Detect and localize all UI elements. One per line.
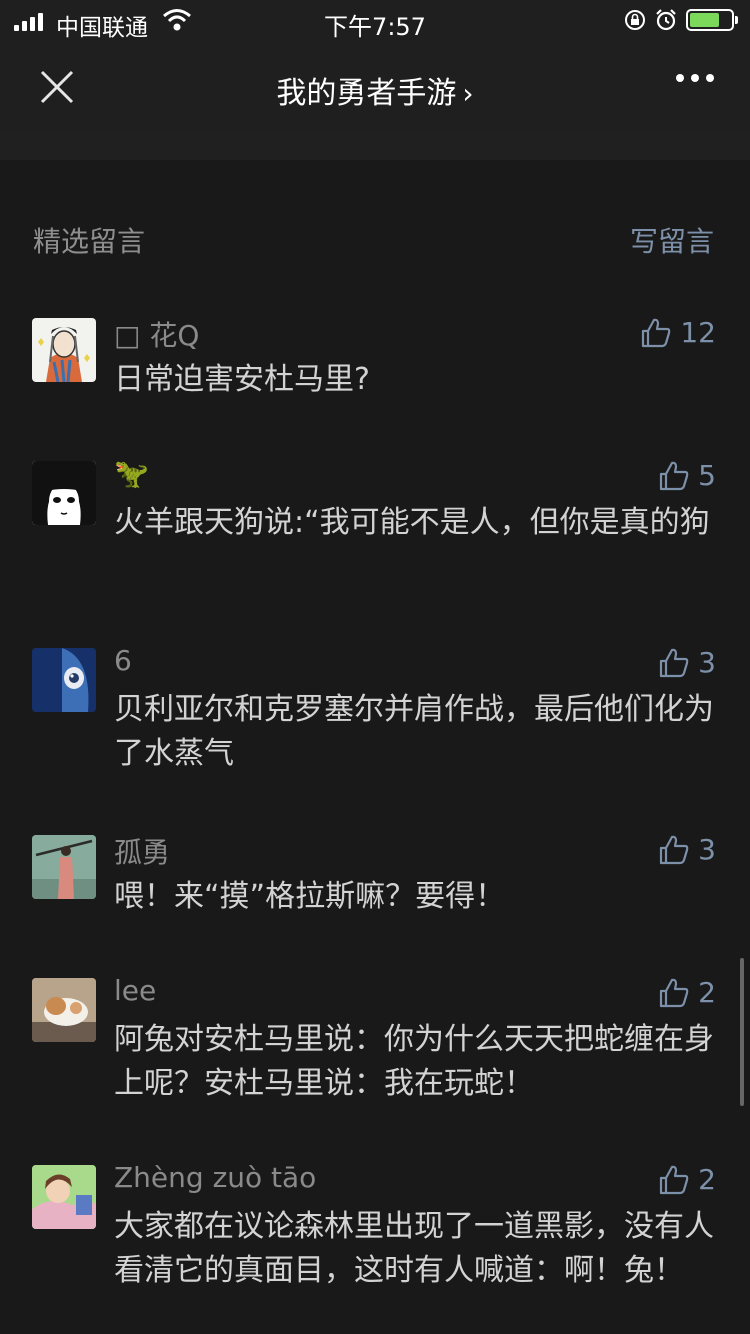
- comment-text: 贝利亚尔和克罗塞尔并肩作战，最后他们化为了水蒸气: [114, 692, 714, 771]
- featured-comments-title: 精选留言: [33, 225, 146, 258]
- avatar[interactable]: [32, 648, 96, 712]
- thumbs-up-icon: [660, 461, 689, 490]
- thumbs-up-icon: [660, 1165, 689, 1194]
- like-count: 5: [698, 459, 716, 492]
- comment-text: 日常迫害安杜马里?: [114, 362, 370, 397]
- comment-author: 🦖: [114, 457, 149, 490]
- like-button[interactable]: 2: [658, 976, 716, 1009]
- divider-band: [0, 130, 750, 160]
- like-button[interactable]: 5: [658, 459, 716, 492]
- thumbs-up-icon: [660, 648, 689, 677]
- scrollbar[interactable]: [740, 958, 744, 1106]
- thumbs-up-icon: [642, 318, 671, 347]
- like-button[interactable]: 3: [658, 646, 716, 679]
- like-count: 2: [698, 1163, 716, 1196]
- avatar[interactable]: [32, 978, 96, 1042]
- orientation-lock-icon: [625, 10, 645, 30]
- like-count: 3: [698, 833, 716, 866]
- comment-text: 大家都在议论森林里出现了一道黑影，没有人看清它的真面目，这时有人喊道：啊！兔！: [114, 1209, 714, 1288]
- chevron-right-icon: ›: [462, 77, 474, 110]
- thumbs-up-icon: [660, 835, 689, 864]
- comment-text: 喂！来“摸”格拉斯嘛？要得！: [114, 879, 506, 914]
- avatar[interactable]: [32, 461, 96, 525]
- battery-fill: [690, 13, 720, 27]
- like-button[interactable]: 12: [640, 316, 716, 349]
- avatar[interactable]: [32, 1165, 96, 1229]
- nav-bar: 我的勇者手游 ›: [0, 44, 750, 130]
- status-bar: 中国联通 下午7:57: [0, 0, 750, 44]
- like-button[interactable]: 3: [658, 833, 716, 866]
- battery-icon: [686, 9, 738, 31]
- comment-author: 6: [114, 644, 132, 677]
- like-button[interactable]: 2: [658, 1163, 716, 1196]
- comment-author: lee: [114, 974, 157, 1007]
- comment-author: 孤勇: [114, 836, 171, 869]
- avatar[interactable]: [32, 835, 96, 899]
- comment-author: Zhèng zuò tāo: [114, 1161, 317, 1194]
- comment-text: 阿兔对安杜马里说：你为什么天天把蛇缠在身上呢？安杜马里说：我在玩蛇！: [114, 1022, 714, 1101]
- comment-text: 火羊跟天狗说:“我可能不是人，但你是真的狗: [114, 505, 710, 540]
- account-title: 我的勇者手游: [276, 76, 457, 111]
- write-comment-button[interactable]: 写留言: [630, 220, 714, 260]
- more-options-icon[interactable]: [676, 74, 714, 82]
- avatar[interactable]: [32, 318, 96, 382]
- alarm-icon: [656, 9, 676, 31]
- comment-author: □ 花Q: [114, 319, 200, 352]
- like-count: 2: [698, 976, 716, 1009]
- account-title-link[interactable]: 我的勇者手游 ›: [0, 68, 750, 112]
- thumbs-up-icon: [660, 978, 689, 1007]
- like-count: 12: [680, 316, 716, 349]
- like-count: 3: [698, 646, 716, 679]
